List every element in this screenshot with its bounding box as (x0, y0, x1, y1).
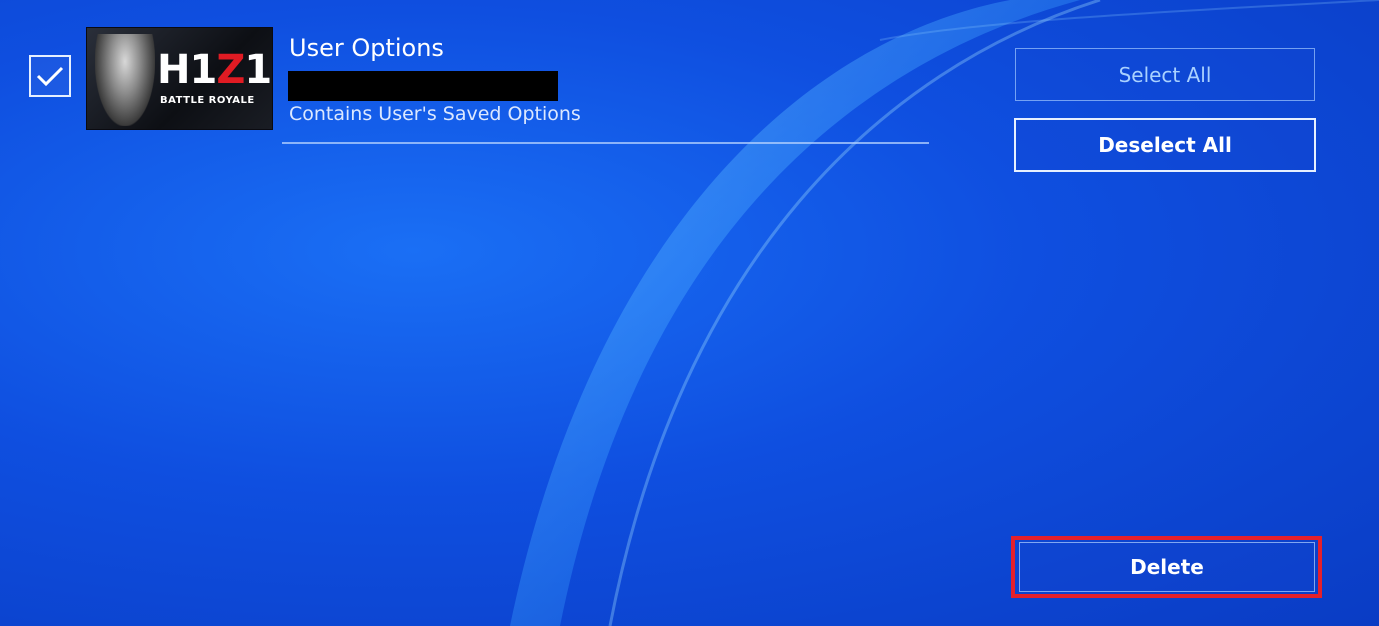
game-logo-subtitle: BATTLE ROYALE (160, 95, 255, 106)
item-checkbox[interactable] (29, 55, 71, 97)
deselect-all-button[interactable]: Deselect All (1014, 118, 1316, 172)
row-divider (282, 142, 929, 144)
item-title: User Options (289, 34, 444, 62)
item-description: Contains User's Saved Options (289, 103, 581, 125)
select-all-button[interactable]: Select All (1015, 48, 1315, 101)
delete-button[interactable]: Delete (1019, 542, 1315, 592)
game-logo: H1Z1 (157, 47, 272, 93)
game-thumbnail: H1Z1 BATTLE ROYALE (86, 27, 273, 130)
character-image (95, 34, 155, 126)
checkmark-icon (36, 66, 64, 87)
redacted-bar (288, 71, 558, 101)
